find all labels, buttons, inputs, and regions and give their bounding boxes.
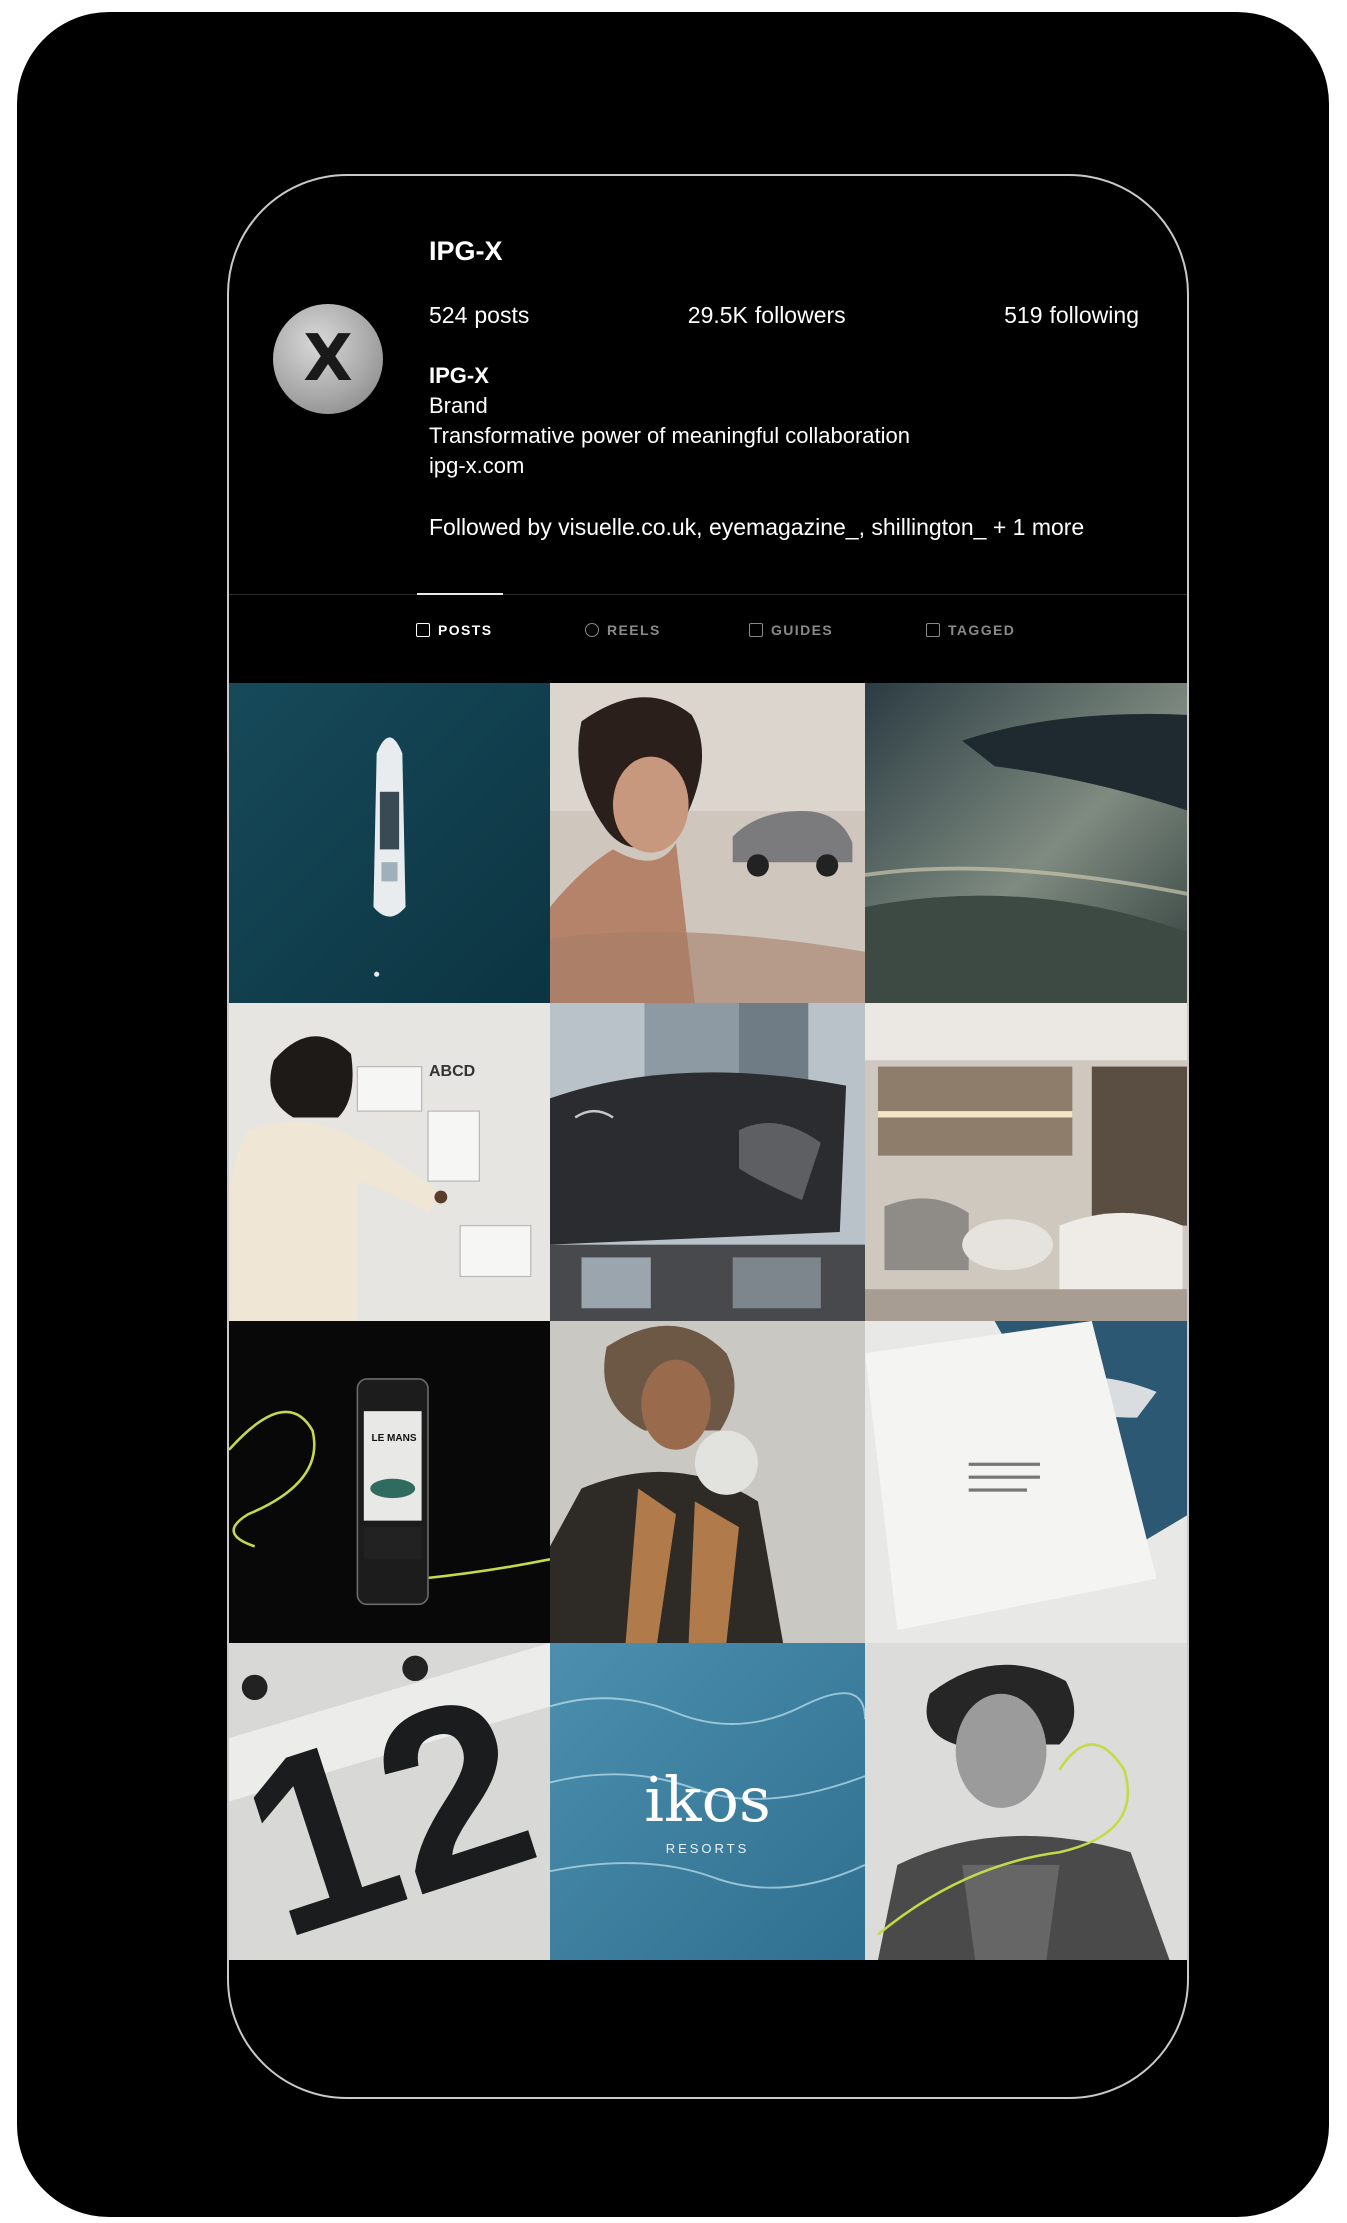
outer-card: IPG-X X 524 posts 29.5K followers 519 fo… <box>17 12 1329 2217</box>
woman-car-image <box>550 683 865 1003</box>
followers-count: 29.5K <box>687 302 748 328</box>
tab-posts-label: POSTS <box>438 622 493 638</box>
post-bentley-building[interactable] <box>550 1003 865 1321</box>
following-count: 519 <box>1004 302 1043 328</box>
bio-description: Transformative power of meaningful colla… <box>429 423 910 448</box>
active-tab-indicator <box>417 593 503 595</box>
whiteboard-text: ABCD <box>429 1063 476 1080</box>
post-ikos-resorts[interactable]: ikos RESORTS <box>550 1643 865 1960</box>
tab-posts[interactable]: POSTS <box>416 622 492 638</box>
reels-icon <box>585 623 599 637</box>
post-woman-portrait[interactable] <box>550 1321 865 1643</box>
le-mans-text: LE MANS <box>371 1433 417 1444</box>
ikos-logo-text: ikos <box>644 1763 771 1836</box>
followed-by-text[interactable]: Followed by visuelle.co.uk, eyemagazine_… <box>429 514 1084 541</box>
tabs-divider <box>229 594 1187 595</box>
bentley-building-image <box>550 1003 865 1321</box>
followers-label: followers <box>754 302 846 328</box>
smiling-man-image <box>865 1643 1187 1960</box>
profile-avatar[interactable]: X <box>273 304 383 414</box>
guides-icon <box>749 623 763 637</box>
profile-bio: IPG-X Brand Transformative power of mean… <box>429 361 910 481</box>
profile-stats: 524 posts 29.5K followers 519 following <box>429 302 1139 329</box>
whiteboard-image <box>229 1003 550 1321</box>
tab-tagged[interactable]: TAGGED <box>926 622 1015 638</box>
tab-guides-label: GUIDES <box>771 622 834 638</box>
bio-category: Brand <box>429 393 488 418</box>
phone-frame: IPG-X X 524 posts 29.5K followers 519 fo… <box>227 174 1189 2099</box>
tab-reels-label: REELS <box>607 622 661 638</box>
posts-grid: ABCD LE MANS 12 ikos RESORTS <box>229 683 1187 1960</box>
yacht-brochure-image <box>865 1321 1187 1643</box>
post-number-print[interactable]: 12 <box>229 1643 550 1960</box>
tab-tagged-label: TAGGED <box>948 622 1016 638</box>
resorts-text: RESORTS <box>665 1841 750 1856</box>
bio-link[interactable]: ipg-x.com <box>429 451 910 481</box>
following-stat[interactable]: 519 following <box>1004 302 1139 329</box>
car-detail-image <box>865 683 1187 1003</box>
avatar-logo: X <box>303 322 353 396</box>
profile-tabs: POSTS REELS GUIDES TAGGED <box>229 622 1187 648</box>
phone-le-mans-image <box>229 1321 550 1643</box>
posts-label: posts <box>474 302 530 328</box>
posts-count: 524 <box>429 302 468 328</box>
tagged-icon <box>926 623 940 637</box>
post-showroom-interior[interactable] <box>865 1003 1187 1321</box>
yacht-image <box>229 683 550 1003</box>
post-car-detail[interactable] <box>865 683 1187 1003</box>
post-woman-with-car[interactable] <box>550 683 865 1003</box>
profile-username: IPG-X <box>429 236 503 266</box>
following-label: following <box>1049 302 1139 328</box>
tab-reels[interactable]: REELS <box>585 622 661 638</box>
tab-guides[interactable]: GUIDES <box>749 622 833 638</box>
post-phone-le-mans[interactable]: LE MANS <box>229 1321 550 1643</box>
showroom-image <box>865 1003 1187 1321</box>
post-smiling-man[interactable] <box>865 1643 1187 1960</box>
post-yacht-aerial[interactable] <box>229 683 550 1003</box>
post-yacht-brochure[interactable] <box>865 1321 1187 1643</box>
post-man-at-whiteboard[interactable]: ABCD <box>229 1003 550 1321</box>
bio-name: IPG-X <box>429 363 489 388</box>
grid-icon <box>416 623 430 637</box>
woman-portrait-image <box>550 1321 865 1643</box>
big-number-text: 12 <box>229 1643 550 1960</box>
followers-stat[interactable]: 29.5K followers <box>688 302 846 329</box>
posts-stat[interactable]: 524 posts <box>429 302 529 329</box>
